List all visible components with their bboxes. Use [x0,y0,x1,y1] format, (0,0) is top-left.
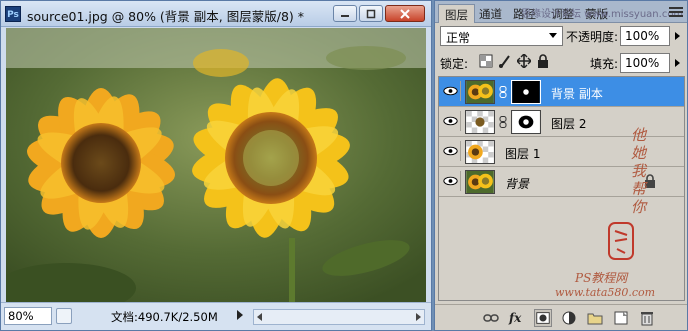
new-group-icon[interactable] [586,309,604,327]
watermark-site-name: PS教程网 [575,271,628,285]
layer-name: 图层 1 [505,147,541,161]
panel-bottom-toolbar: fx [435,304,687,330]
link-layers-icon[interactable] [482,309,500,327]
layers-list: 背景 副本 图层 2 图层 1 背景 [438,76,685,301]
document-size: 文档:490.7K/2.50M [111,310,218,324]
minimize-button[interactable] [333,5,357,22]
lock-all-icon[interactable] [536,54,550,68]
document-title-bar[interactable]: Ps source01.jpg @ 80% (背景 副本, 图层蒙版/8) * [1,1,431,27]
layer-lock-icon [645,174,655,188]
layer-row-layer-1[interactable]: 图层 1 [439,137,684,167]
close-button[interactable] [385,5,425,22]
new-layer-icon[interactable] [612,309,630,327]
minimize-icon [341,14,349,17]
opacity-slider-arrow-icon[interactable] [675,32,680,40]
mask-link-chain-icon[interactable] [499,116,507,128]
restore-icon [366,9,376,18]
visibility-eye-icon[interactable] [441,171,461,191]
layers-panel: 图层 通道 路径 调整 蒙版 思缘设计论坛 www.missyuan.com 正… [434,0,688,331]
layer-name: 背景 副本 [551,87,603,101]
blend-mode-select[interactable]: 正常 [440,26,563,46]
layer-thumbnail[interactable] [465,110,495,134]
panel-menu-icon[interactable] [669,5,683,18]
document-status-bar: 80% 文档:490.7K/2.50M [1,302,431,330]
fill-label: 填充: [590,57,619,71]
lock-label: 锁定: [440,57,469,71]
blend-mode-value: 正常 [446,31,471,45]
layer-row-background-copy[interactable]: 背景 副本 [439,77,684,107]
mask-link-chain-icon[interactable] [499,86,507,98]
watermark-site-url: www.tata580.com [555,286,656,299]
layer-thumbnail[interactable] [465,170,495,194]
status-menu-arrow-icon[interactable] [237,310,243,320]
forum-watermark: 思缘设计论坛 www.missyuan.com [521,9,684,20]
adjustment-icon[interactable] [560,309,578,327]
fx-icon[interactable]: fx [508,309,526,327]
visibility-eye-icon[interactable] [441,141,461,161]
horizontal-scrollbar[interactable] [253,309,425,325]
layer-name: 图层 2 [551,117,587,131]
layer-row-background[interactable]: 背景 [439,167,684,197]
lock-transparency-icon[interactable] [479,54,493,68]
sunflowers-image [6,28,426,302]
status-info-icon[interactable] [56,308,72,324]
scroll-right-icon[interactable] [416,313,421,321]
panel-tab-bar: 图层 通道 路径 调整 蒙版 思缘设计论坛 www.missyuan.com [435,1,687,23]
opacity-label: 不透明度: [566,30,619,44]
layer-mask-thumbnail[interactable] [511,80,541,104]
lock-row: 锁定: 填充: 100% [440,53,685,73]
layer-name: 背景 [505,177,530,191]
svg-text:fx: fx [508,311,522,325]
tab-channels[interactable]: 通道 [473,4,508,23]
layer-thumbnail[interactable] [465,140,495,164]
scroll-left-icon[interactable] [257,313,262,321]
opacity-field[interactable]: 100% [620,26,670,46]
close-icon [400,8,410,19]
visibility-eye-icon[interactable] [441,111,461,131]
photoshop-app-icon: Ps [5,6,21,22]
zoom-field[interactable]: 80% [4,307,52,325]
fill-slider-arrow-icon[interactable] [675,59,680,67]
delete-icon[interactable] [638,309,656,327]
lock-position-move-icon[interactable] [517,54,531,68]
layer-thumbnail[interactable] [465,80,495,104]
document-title: source01.jpg @ 80% (背景 副本, 图层蒙版/8) * [27,9,304,24]
tab-layers[interactable]: 图层 [438,4,475,23]
layer-row-layer-2[interactable]: 图层 2 [439,107,684,137]
add-mask-icon[interactable] [534,309,552,327]
image-canvas[interactable] [6,28,426,302]
layer-mask-thumbnail[interactable] [511,110,541,134]
document-window: Ps source01.jpg @ 80% (背景 副本, 图层蒙版/8) * [0,0,432,331]
restore-button[interactable] [359,5,383,22]
chevron-down-icon [549,33,557,38]
visibility-eye-icon[interactable] [441,81,461,101]
fill-field[interactable]: 100% [620,53,670,73]
lock-pixels-brush-icon[interactable] [498,54,512,68]
